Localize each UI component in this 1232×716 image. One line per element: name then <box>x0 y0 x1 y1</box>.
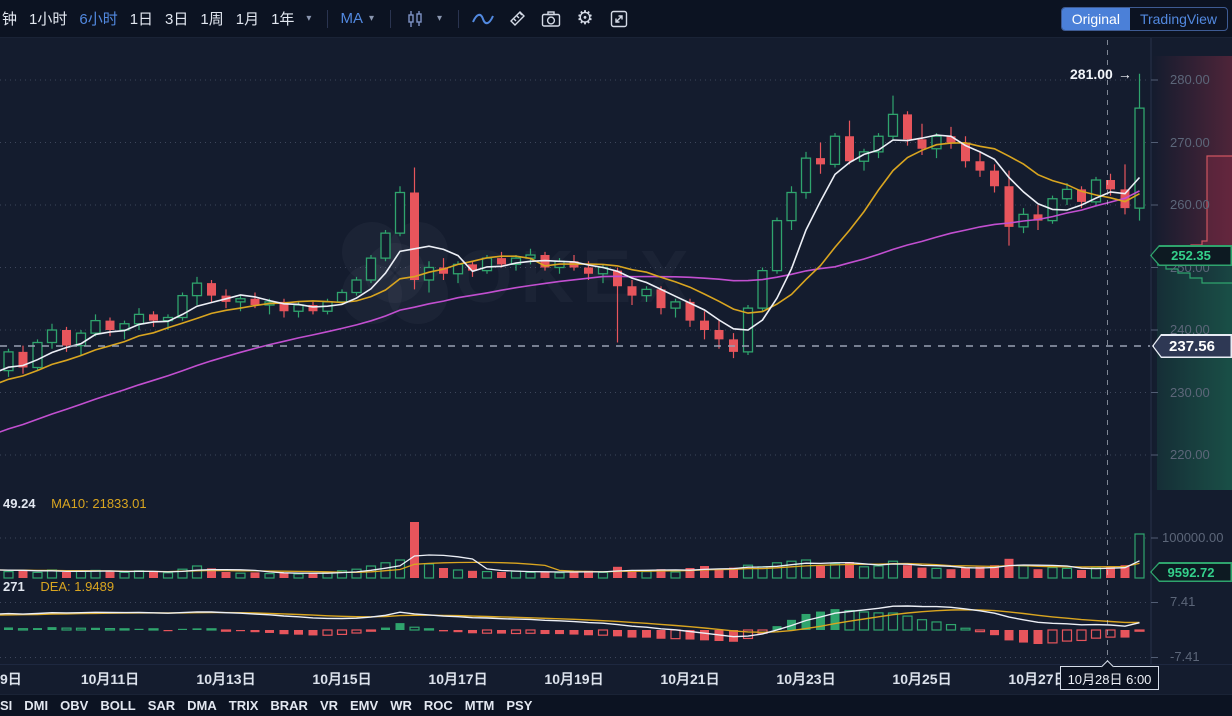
time-axis-label: 10月21日 <box>660 669 719 689</box>
indicator-tab-dmi[interactable]: DMI <box>24 698 48 713</box>
indicator-tab-wr[interactable]: WR <box>390 698 412 713</box>
macd-axis-bottom-tick: -7.41 <box>1170 649 1200 664</box>
time-axis-label: 10月27日 <box>1008 669 1067 689</box>
toolbar-divider <box>390 10 391 28</box>
crosshair-time-tooltip: 10月28日 6:00 <box>1060 666 1159 690</box>
time-axis-label: 9日 <box>0 669 22 689</box>
timeframe-1y[interactable]: 1年 <box>271 8 294 29</box>
timeframe-1w[interactable]: 1周 <box>200 8 223 29</box>
price-axis-tick: 220.00 <box>1170 447 1210 462</box>
macd-axis-top-tick: 7.41 <box>1170 594 1195 609</box>
okex-watermark: OKEX <box>342 222 697 324</box>
line-chart-icon[interactable] <box>471 7 495 31</box>
timeframe-3d[interactable]: 3日 <box>165 8 188 29</box>
candle-style-icon[interactable] <box>403 7 427 31</box>
ma-indicator-dropdown[interactable]: MA <box>340 10 363 27</box>
indicator-tab-boll[interactable]: BOLL <box>100 698 135 713</box>
price-axis-tick: 280.00 <box>1170 72 1210 87</box>
timeframe-more-caret-icon[interactable]: ▾ <box>306 13 311 24</box>
chart-toolbar: 钟 1小时 6小时 1日 3日 1周 1月 1年 ▾ MA ▾ ▾ <box>0 0 1232 38</box>
time-axis-label: 10月23日 <box>776 669 835 689</box>
timeframe-1d[interactable]: 1日 <box>130 8 153 29</box>
timeframe-1m[interactable]: 1月 <box>236 8 259 29</box>
indicator-tab-mtm[interactable]: MTM <box>465 698 495 713</box>
time-axis-label: 10月15日 <box>312 669 371 689</box>
time-axis-label: 10月25日 <box>892 669 951 689</box>
current-volume-tag: 9592.72 <box>1150 562 1232 582</box>
time-axis-label: 10月19日 <box>544 669 603 689</box>
indicator-tab-psy[interactable]: PSY <box>506 698 532 713</box>
volume-indicator-readout: 49.24 MA10: 21833.01 <box>3 496 147 511</box>
candles-layer <box>0 74 1144 377</box>
timeframe-1h[interactable]: 1小时 <box>29 8 67 29</box>
price-axis-tick: 260.00 <box>1170 197 1210 212</box>
volume-layer <box>0 522 1144 578</box>
indicator-tab-trix[interactable]: TRIX <box>229 698 259 713</box>
kline-app: OKEX 钟 1小时 6小时 1日 3日 1周 1月 1年 ▾ MA ▾ ▾ <box>0 0 1232 716</box>
indicator-tab-si[interactable]: SI <box>0 698 12 713</box>
indicator-tab-roc[interactable]: ROC <box>424 698 453 713</box>
time-axis-separator <box>0 664 1232 665</box>
right-arrow-icon: → <box>1118 66 1132 82</box>
macd-indicator-readout: 271 DEA: 1.9489 <box>3 579 114 594</box>
settings-gear-icon[interactable]: ⚙ <box>573 7 597 31</box>
price-axis-tick: 270.00 <box>1170 135 1210 150</box>
screenshot-camera-icon[interactable] <box>539 7 563 31</box>
time-axis-label: 10月17日 <box>428 669 487 689</box>
timeframe-6h[interactable]: 6小时 <box>79 8 117 29</box>
indicator-tab-obv[interactable]: OBV <box>60 698 88 713</box>
price-chart-canvas[interactable]: OKEX <box>0 0 1232 716</box>
indicator-tab-sar[interactable]: SAR <box>148 698 175 713</box>
fullscreen-expand-icon[interactable] <box>607 7 631 31</box>
time-axis-label: 10月13日 <box>196 669 255 689</box>
volume-axis-tick: 100000.00 <box>1162 530 1223 545</box>
view-original-tab[interactable]: Original <box>1062 8 1130 30</box>
drawing-tools-icon[interactable] <box>505 7 529 31</box>
period-high-marker: 281.00→ <box>1070 66 1132 82</box>
ma-dropdown-caret-icon[interactable]: ▾ <box>369 13 374 24</box>
toolbar-divider <box>327 10 328 28</box>
timeframe-minute-partial[interactable]: 钟 <box>2 8 17 29</box>
indicator-tab-emv[interactable]: EMV <box>350 698 378 713</box>
last-price-tag: 252.35 <box>1150 245 1232 266</box>
candle-style-caret-icon[interactable]: ▾ <box>437 13 442 24</box>
view-tradingview-tab[interactable]: TradingView <box>1130 8 1227 30</box>
time-axis: 9日 10月11日 10月13日 10月15日 10月17日 10月19日 10月21日 10… <box>0 669 1232 689</box>
indicator-tab-vr[interactable]: VR <box>320 698 338 713</box>
time-axis-label: 10月11日 <box>81 669 139 689</box>
toolbar-divider <box>458 10 459 28</box>
indicator-tab-bar: SI DMI OBV BOLL SAR DMA TRIX BRAR VR EMV WR ROC MTM P… <box>0 694 1232 716</box>
macd-layer <box>0 606 1144 644</box>
indicator-tab-brar[interactable]: BRAR <box>270 698 308 713</box>
indicator-tab-dma[interactable]: DMA <box>187 698 217 713</box>
crosshair-price-tag: 237.56 <box>1152 334 1232 358</box>
price-axis-tick: 230.00 <box>1170 385 1210 400</box>
chart-view-toggle: Original TradingView <box>1061 7 1228 31</box>
